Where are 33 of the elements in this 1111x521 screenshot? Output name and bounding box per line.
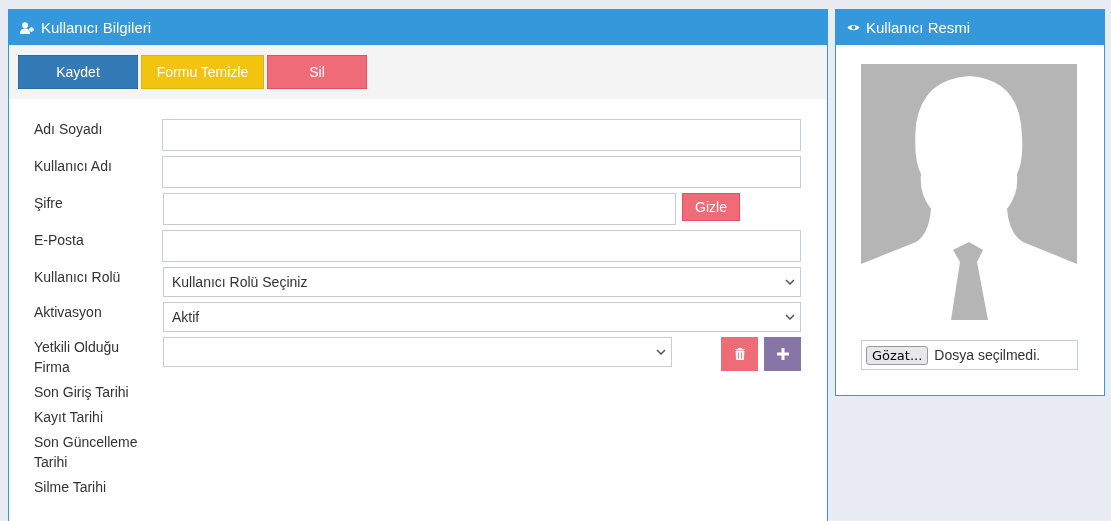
input-field[interactable] xyxy=(163,193,676,225)
field-label: Kayıt Tarihi xyxy=(34,408,104,427)
plus-icon xyxy=(776,348,789,360)
chevron-down-icon xyxy=(785,279,795,285)
field-label: Kullanıcı Rolü xyxy=(34,268,122,287)
panel-title: Kullanıcı Bilgileri xyxy=(41,19,152,36)
chevron-down-icon xyxy=(785,314,795,320)
file-status: Dosya seçilmedi. xyxy=(934,347,1041,363)
field-label: Son Güncelleme Tarihi xyxy=(34,433,139,472)
browse-button[interactable]: Gözat... xyxy=(866,345,929,365)
input-field[interactable] xyxy=(162,119,801,151)
field-label: E-Posta xyxy=(34,231,85,250)
file-input[interactable]: Gözat... Dosya seçilmedi. xyxy=(861,340,1078,370)
field-label: Silme Tarihi xyxy=(34,478,108,497)
field-label: Yetkili Olduğu Firma xyxy=(34,338,121,377)
select-field[interactable]: Aktif xyxy=(163,302,801,332)
delete-button[interactable] xyxy=(721,337,758,371)
select-field[interactable]: Kullanıcı Rolü Seçiniz xyxy=(163,267,801,297)
input-field[interactable] xyxy=(162,230,801,262)
panel-title: Kullanıcı Resmi xyxy=(866,19,971,36)
field-label: Kullanıcı Adı xyxy=(34,157,113,176)
add-button[interactable] xyxy=(764,337,801,371)
field-label: Şifre xyxy=(34,194,64,213)
select-field[interactable] xyxy=(163,337,672,367)
action-button[interactable]: Kaydet xyxy=(18,55,138,89)
field-label: Adı Soyadı xyxy=(34,120,104,139)
trash-icon xyxy=(734,348,745,360)
chevron-down-icon xyxy=(656,349,666,355)
input-field[interactable] xyxy=(162,156,801,188)
eye-icon xyxy=(847,23,860,32)
field-label: Aktivasyon xyxy=(34,303,103,322)
field-label: Son Giriş Tarihi xyxy=(34,383,130,402)
add-user-icon xyxy=(20,21,35,34)
